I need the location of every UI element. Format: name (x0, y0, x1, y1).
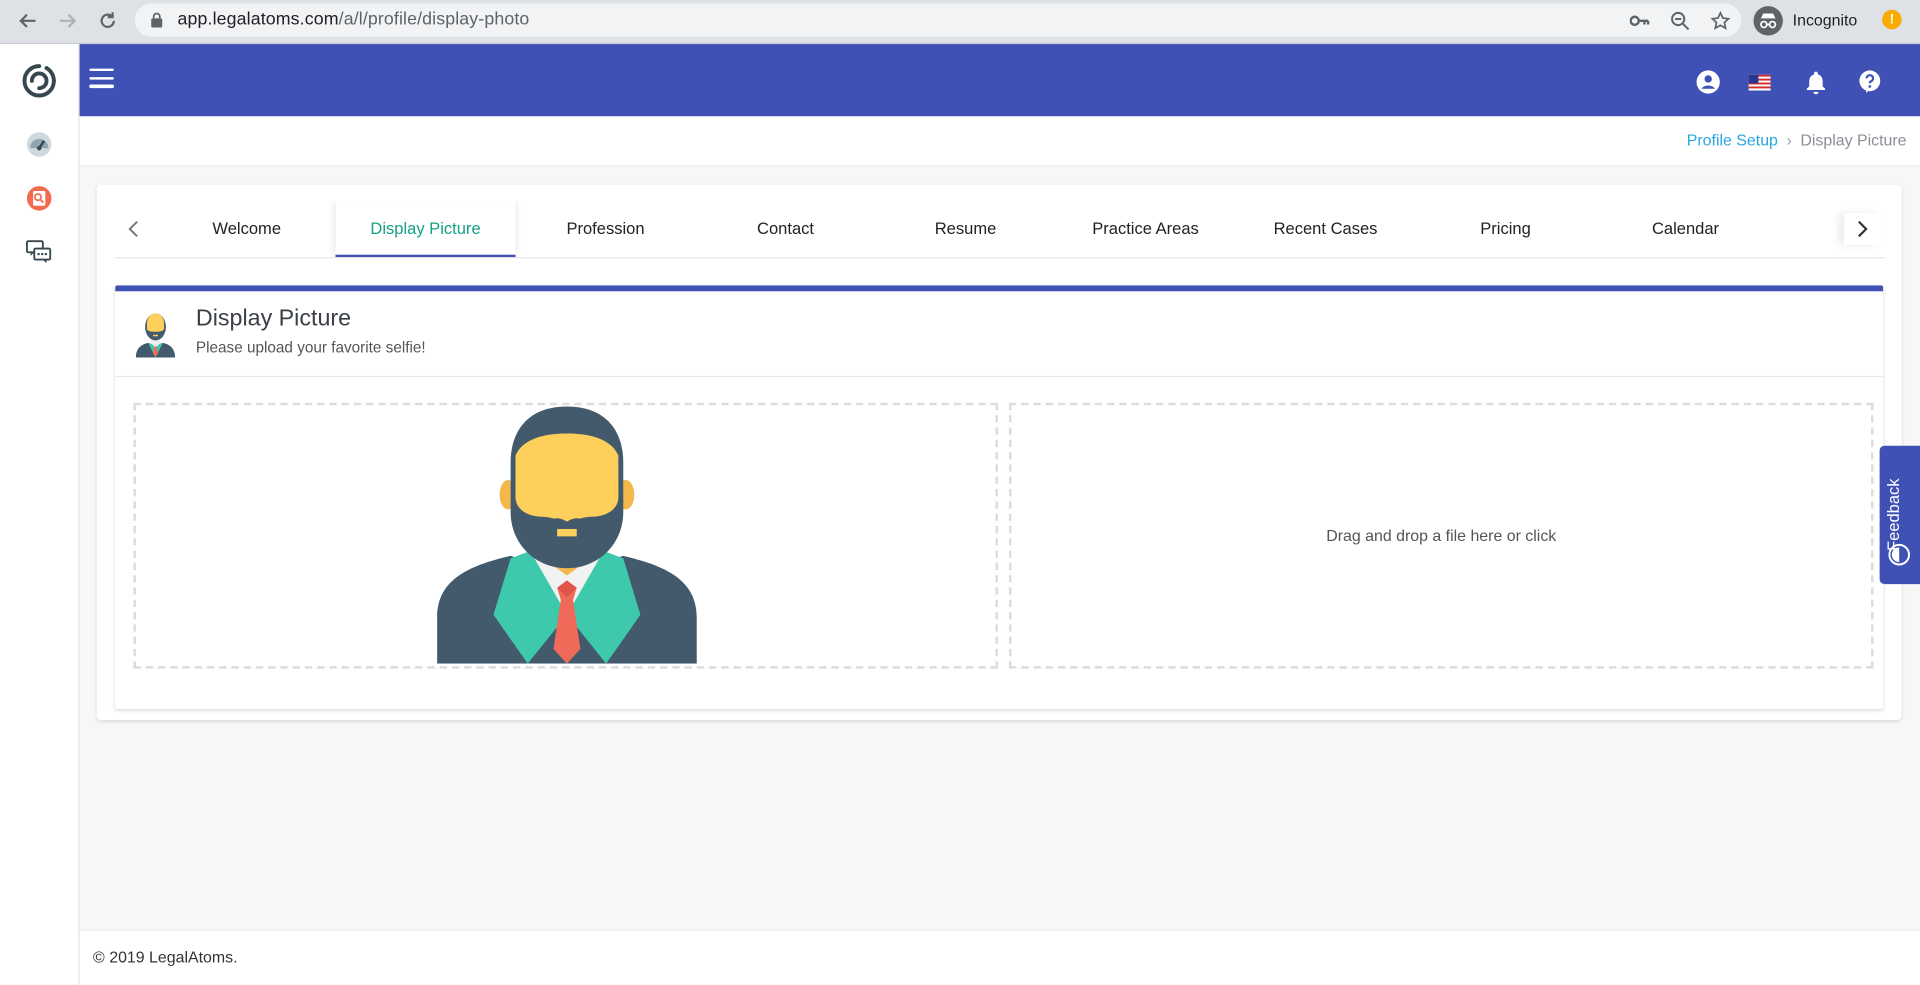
panel-subtitle: Please upload your favorite selfie! (195, 339, 426, 357)
feedback-label: Feedback (1884, 478, 1903, 552)
display-picture-panel: Display Picture Please upload your favor… (115, 285, 1884, 709)
tabs-scroll-left-icon[interactable] (115, 213, 152, 245)
tab-recent-cases[interactable]: Recent Cases (1236, 201, 1416, 257)
incognito-label: Incognito (1792, 11, 1858, 30)
page-root: app.legalatoms.com/a/l/profile/display-p… (0, 0, 1920, 985)
tab-profession[interactable]: Profession (516, 201, 696, 257)
legalatoms-logo[interactable] (0, 44, 78, 116)
profile-setup-card: Welcome Display Picture Profession Conta… (96, 184, 1902, 721)
breadcrumb-separator: › (1786, 131, 1792, 150)
tab-welcome[interactable]: Welcome (157, 201, 337, 257)
browser-toolbar: app.legalatoms.com/a/l/profile/display-p… (0, 0, 1920, 45)
feedback-icon (1888, 543, 1910, 566)
tab-pricing[interactable]: Pricing (1416, 201, 1596, 257)
help-icon[interactable] (1858, 70, 1882, 94)
app-header (79, 44, 1920, 117)
bell-icon[interactable] (1804, 70, 1828, 95)
us-flag-icon[interactable] (1747, 70, 1771, 94)
url-path: /a/l/profile/display-photo (338, 9, 530, 30)
account-icon[interactable] (1696, 70, 1720, 94)
current-photo-preview (133, 402, 998, 669)
panel-header: Display Picture Please upload your favor… (115, 291, 1884, 378)
footer-copyright: © 2019 LegalAtoms. (93, 947, 238, 967)
profile-setup-tabs: Welcome Display Picture Profession Conta… (115, 200, 1885, 259)
feedback-button[interactable]: Feedback (1879, 445, 1920, 585)
tab-resume[interactable]: Resume (876, 201, 1056, 257)
forward-icon[interactable] (54, 7, 81, 34)
url-host: app.legalatoms.com (177, 9, 339, 30)
dropzone-text: Drag and drop a file here or click (1326, 526, 1557, 545)
reload-icon[interactable] (94, 7, 121, 34)
avatar-icon (135, 313, 176, 358)
file-dropzone[interactable]: Drag and drop a file here or click (1008, 402, 1874, 669)
default-avatar-image (437, 406, 697, 664)
key-icon[interactable] (1629, 10, 1651, 32)
incognito-indicator[interactable]: Incognito (1753, 4, 1857, 37)
page-footer: © 2019 LegalAtoms. (79, 929, 1920, 985)
zoom-icon[interactable] (1669, 10, 1691, 32)
search-icon[interactable] (24, 184, 53, 213)
menu-icon[interactable] (89, 68, 114, 89)
breadcrumb: Profile Setup › Display Picture (1687, 131, 1907, 149)
tabs-scroll-right-icon[interactable] (1844, 213, 1881, 245)
breadcrumb-bar: Profile Setup › Display Picture (79, 116, 1920, 167)
tab-contact[interactable]: Contact (696, 201, 876, 257)
tab-calendar[interactable]: Calendar (1596, 201, 1776, 257)
lock-icon (151, 12, 163, 34)
gauge-icon[interactable] (24, 130, 53, 159)
address-bar[interactable]: app.legalatoms.com/a/l/profile/display-p… (134, 3, 1742, 37)
bookmark-star-icon[interactable] (1709, 10, 1731, 32)
tab-display-picture[interactable]: Display Picture (335, 200, 516, 258)
tab-practice-areas[interactable]: Practice Areas (1056, 201, 1236, 257)
incognito-icon (1753, 5, 1783, 35)
back-icon[interactable] (15, 7, 42, 34)
breadcrumb-current: Display Picture (1800, 131, 1907, 150)
left-sidebar (0, 44, 80, 985)
chat-icon[interactable] (24, 238, 53, 267)
url-text: app.legalatoms.com/a/l/profile/display-p… (178, 10, 530, 30)
breadcrumb-profile-setup[interactable]: Profile Setup (1687, 131, 1778, 149)
panel-title: Display Picture (195, 306, 352, 332)
browser-alert-badge[interactable]: ! (1882, 9, 1902, 30)
